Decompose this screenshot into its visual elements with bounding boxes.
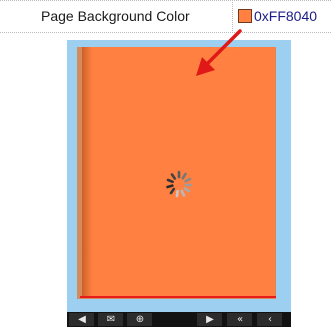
play-icon[interactable]: ▶ (200, 313, 220, 326)
viewer-toolbar: ◀ ✉ ⊕ ▶ « ‹ (67, 312, 291, 327)
color-value[interactable]: 0xFF8040 (254, 8, 317, 24)
color-swatch[interactable] (238, 9, 252, 23)
email-icon[interactable]: ✉ (101, 313, 121, 326)
first-page-icon[interactable]: « (230, 313, 250, 326)
sound-icon[interactable]: ◀ (72, 313, 92, 326)
divider (0, 0, 332, 1)
page-spine-shade (82, 47, 92, 296)
loading-spinner-icon (166, 170, 193, 198)
property-label: Page Background Color (41, 8, 190, 24)
property-row[interactable]: Page Background Color 0xFF8040 (0, 0, 332, 33)
previous-page-icon[interactable]: ‹ (260, 313, 280, 326)
annotation-arrow (196, 29, 242, 76)
zoom-icon[interactable]: ⊕ (130, 313, 150, 326)
divider (0, 32, 332, 33)
page-bottom-edge (80, 296, 276, 298)
divider (232, 2, 233, 31)
